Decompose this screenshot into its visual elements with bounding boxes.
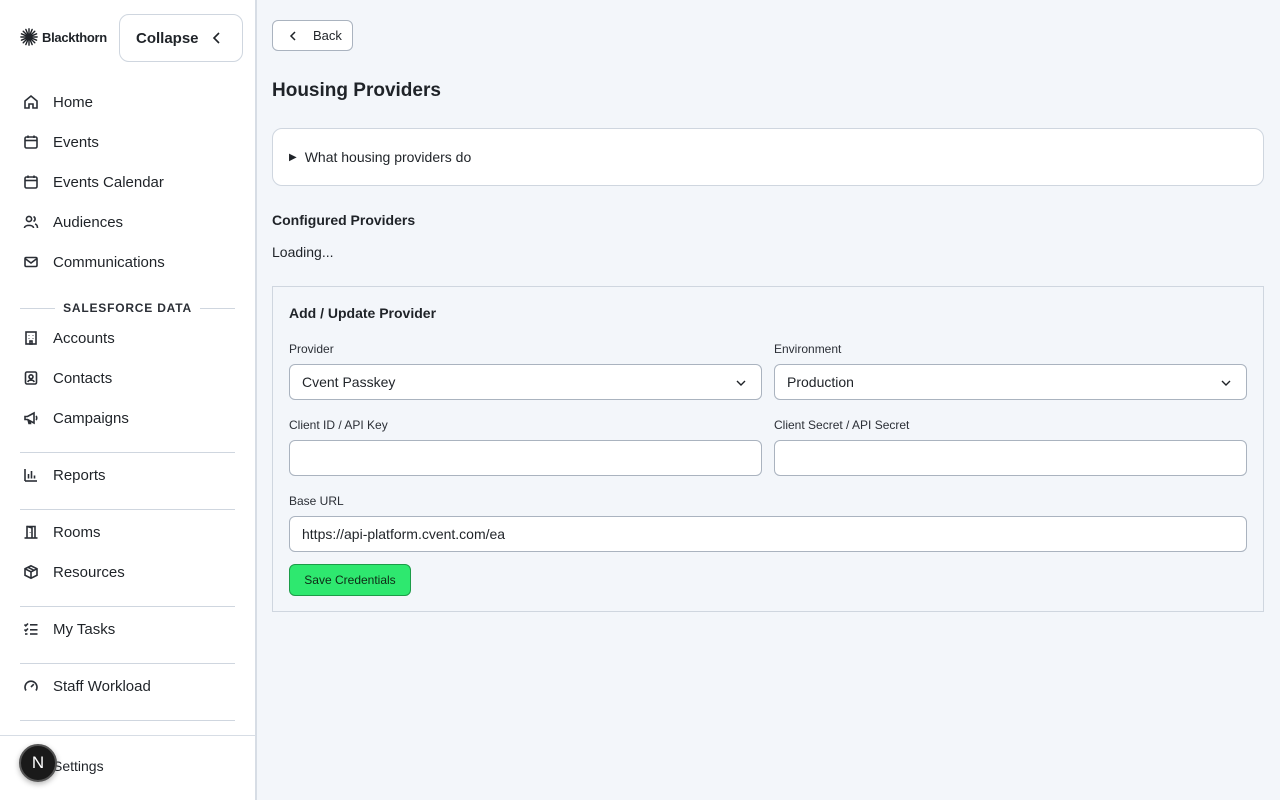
users-icon <box>20 211 42 233</box>
bar-chart-icon <box>20 464 42 486</box>
package-icon <box>20 561 42 583</box>
page-title: Housing Providers <box>272 80 441 101</box>
client-id-label: Client ID / API Key <box>289 418 388 432</box>
sidebar-item-label: Campaigns <box>53 409 129 427</box>
base-url-input[interactable]: https://api-platform.cvent.com/ea <box>289 516 1247 552</box>
checklist-icon <box>20 618 42 640</box>
client-secret-input[interactable] <box>774 440 1247 476</box>
provider-form: Add / Update Provider Provider Cvent Pas… <box>272 286 1264 612</box>
chevron-down-icon <box>736 380 746 386</box>
chevron-down-icon <box>1221 380 1231 386</box>
disclosure-summary: What housing providers do <box>304 149 472 165</box>
provider-value: Cvent Passkey <box>302 374 396 390</box>
brand-name: Blackthorn <box>42 29 107 45</box>
calendar-icon <box>20 171 42 193</box>
sidebar-item-label: Reports <box>53 466 106 484</box>
sidebar-item-label: Audiences <box>53 213 124 231</box>
sidebar-item-label: Rooms <box>53 523 101 541</box>
avatar-letter: N <box>31 753 45 772</box>
section-title: SALESFORCE DATA <box>63 301 192 315</box>
provider-select[interactable]: Cvent Passkey <box>289 364 762 400</box>
configured-providers-heading: Configured Providers <box>272 212 416 228</box>
back-label: Back <box>313 28 342 43</box>
sidebar-item-home[interactable]: Home <box>20 86 235 118</box>
sidebar-divider <box>20 720 235 721</box>
sidebar-item-rooms[interactable]: Rooms <box>20 516 235 548</box>
home-icon <box>20 91 42 113</box>
sidebar-item-label: Events <box>53 133 99 151</box>
sidebar-item-resources[interactable]: Resources <box>20 556 235 588</box>
brand-row: Blackthorn Collapse <box>20 14 243 62</box>
salesforce-data-section: SALESFORCE DATA <box>20 298 236 318</box>
client-secret-label: Client Secret / API Secret <box>774 418 910 432</box>
sidebar-divider <box>20 663 235 664</box>
sidebar-item-accounts[interactable]: Accounts <box>20 322 235 354</box>
calendar-icon <box>20 131 42 153</box>
sidebar-item-label: Home <box>53 93 94 111</box>
sidebar-divider <box>20 606 235 607</box>
sidebar-item-reports[interactable]: Reports <box>20 459 235 491</box>
chevron-left-icon <box>289 30 296 41</box>
client-id-input[interactable] <box>289 440 762 476</box>
sidebar-item-settings[interactable]: Settings <box>53 758 104 774</box>
sidebar: Blackthorn Collapse Home Events Events C… <box>0 0 257 800</box>
section-line <box>199 307 236 309</box>
info-disclosure[interactable]: ▶ What housing providers do <box>272 128 1264 186</box>
collapse-label: Collapse <box>136 29 199 47</box>
sidebar-item-my-tasks[interactable]: My Tasks <box>20 613 235 645</box>
logo: Blackthorn <box>20 28 107 46</box>
building-icon <box>20 327 42 349</box>
chevron-left-icon <box>212 32 220 44</box>
sidebar-item-label: Accounts <box>53 329 115 347</box>
sidebar-item-label: Events Calendar <box>53 173 164 191</box>
disclosure-triangle-icon: ▶ <box>289 151 297 163</box>
sidebar-item-events[interactable]: Events <box>20 126 235 158</box>
avatar[interactable]: N <box>19 744 57 782</box>
back-button[interactable]: Back <box>272 20 353 51</box>
base-url-label: Base URL <box>289 494 344 508</box>
collapse-button[interactable]: Collapse <box>119 14 243 62</box>
environment-value: Production <box>787 374 854 390</box>
gauge-icon <box>20 675 42 697</box>
provider-label: Provider <box>289 342 334 356</box>
section-line <box>20 307 56 309</box>
sidebar-item-contacts[interactable]: Contacts <box>20 362 235 394</box>
mail-icon <box>20 251 42 273</box>
loading-text: Loading... <box>272 244 334 260</box>
base-url-value: https://api-platform.cvent.com/ea <box>302 526 506 542</box>
sidebar-item-staff-workload[interactable]: Staff Workload <box>20 670 235 702</box>
door-icon <box>20 521 42 543</box>
sidebar-divider <box>20 509 235 510</box>
sidebar-item-label: Staff Workload <box>53 677 151 695</box>
sidebar-item-label: Contacts <box>53 369 113 387</box>
blackthorn-logo-icon <box>20 28 38 46</box>
sidebar-item-label: My Tasks <box>53 620 116 638</box>
sidebar-item-audiences[interactable]: Audiences <box>20 206 235 238</box>
megaphone-icon <box>20 407 42 429</box>
form-title: Add / Update Provider <box>289 305 437 321</box>
sidebar-item-label: Resources <box>53 563 125 581</box>
environment-select[interactable]: Production <box>774 364 1247 400</box>
sidebar-divider <box>20 452 235 453</box>
environment-label: Environment <box>774 342 842 356</box>
save-credentials-label: Save Credentials <box>304 573 396 587</box>
sidebar-item-campaigns[interactable]: Campaigns <box>20 402 235 434</box>
sidebar-item-events-calendar[interactable]: Events Calendar <box>20 166 235 198</box>
sidebar-item-label: Communications <box>53 253 165 271</box>
contact-icon <box>20 367 42 389</box>
sidebar-item-communications[interactable]: Communications <box>20 246 235 278</box>
save-credentials-button[interactable]: Save Credentials <box>289 564 411 596</box>
